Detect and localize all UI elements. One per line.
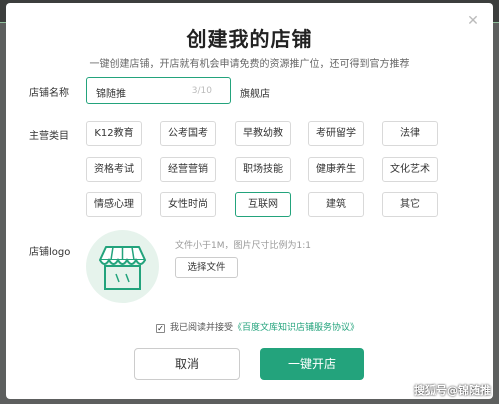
dialog-subtitle: 一键创建店铺，开店就有机会申请免费的资源推广位，还可得到官方推荐 [89, 59, 410, 70]
logo-hint: 文件小于1M，图片尺寸比例为1:1 [175, 241, 311, 251]
category-psychology[interactable]: 情感心理 [86, 192, 142, 217]
shop-name-value: 锦随推 [96, 89, 126, 100]
create-shop-dialog: ✕ 创建我的店铺 一键创建店铺，开店就有机会申请免费的资源推广位，还可得到官方推… [6, 3, 493, 399]
shop-name-input[interactable]: 锦随推 3/10 [86, 77, 231, 104]
category-internet[interactable]: 互联网 [235, 192, 291, 217]
category-civil-exam[interactable]: 公考国考 [160, 121, 216, 146]
category-postgrad-abroad[interactable]: 考研留学 [308, 121, 364, 146]
category-qualification-exam[interactable]: 资格考试 [86, 157, 142, 182]
category-label: 主营类目 [29, 131, 69, 142]
logo-label: 店铺logo [29, 247, 71, 258]
dialog-title: 创建我的店铺 [186, 27, 313, 51]
shop-name-label: 店铺名称 [29, 88, 69, 99]
category-workplace-skills[interactable]: 职场技能 [235, 157, 291, 182]
logo-preview [86, 230, 159, 303]
agreement-text: 我已阅读并接受 [170, 323, 234, 333]
cancel-button[interactable]: 取消 [134, 348, 240, 380]
category-k12[interactable]: K12教育 [86, 121, 142, 146]
agreement-link[interactable]: 《百度文库知识店铺服务协议》 [233, 323, 359, 333]
shop-name-suffix: 旗舰店 [240, 89, 270, 100]
category-architecture[interactable]: 建筑 [308, 192, 364, 217]
watermark: 搜狐号@锦随推 [414, 384, 491, 397]
category-health[interactable]: 健康养生 [308, 157, 364, 182]
open-shop-button[interactable]: 一键开店 [260, 348, 364, 380]
category-culture-art[interactable]: 文化艺术 [382, 157, 438, 182]
category-women-fashion[interactable]: 女性时尚 [160, 192, 216, 217]
category-early-education[interactable]: 早教幼教 [235, 121, 291, 146]
choose-file-button[interactable]: 选择文件 [175, 257, 238, 278]
category-law[interactable]: 法律 [382, 121, 438, 146]
agreement-row: ✓ 我已阅读并接受《百度文库知识店铺服务协议》 [156, 320, 359, 333]
category-other[interactable]: 其它 [382, 192, 438, 217]
storefront-icon [99, 246, 146, 290]
shop-name-counter: 3/10 [191, 86, 212, 96]
agreement-checkbox[interactable]: ✓ [156, 324, 165, 333]
category-marketing[interactable]: 经营营销 [160, 157, 216, 182]
